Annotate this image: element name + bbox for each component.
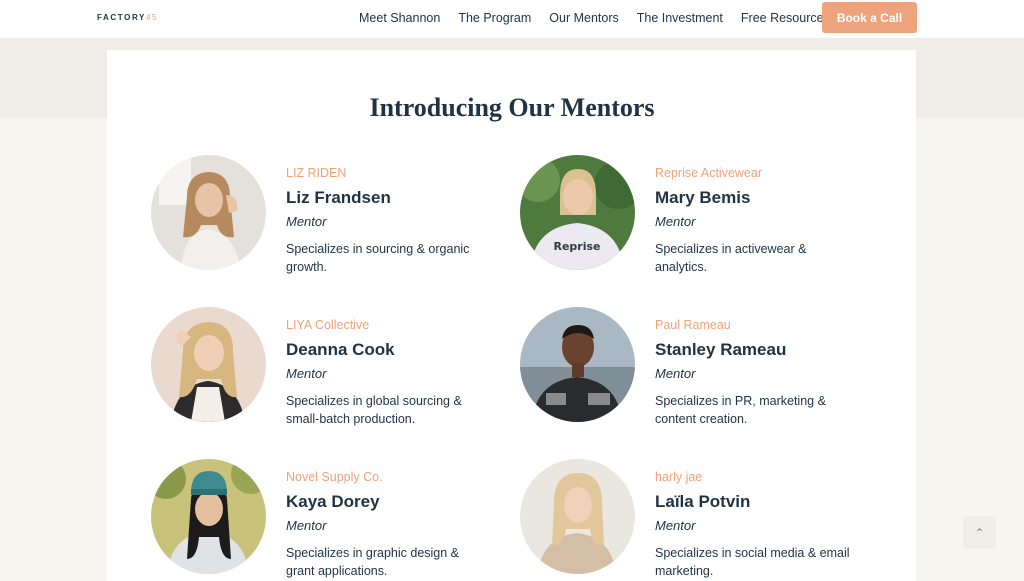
mentor-company[interactable]: LIZ RIDEN (286, 165, 486, 181)
scroll-to-top-button[interactable]: ⌃ (963, 516, 996, 549)
mentor-card: Paul Rameau Stanley Rameau Mentor Specia… (520, 307, 850, 437)
nav-the-investment[interactable]: The Investment (637, 10, 723, 26)
mentor-role: Mentor (655, 214, 696, 229)
mentor-name: Deanna Cook (286, 340, 395, 359)
logo-number: 45 (145, 13, 159, 22)
mentor-description: Specializes in activewear & analytics. (655, 242, 807, 274)
mentor-description: Specializes in graphic design & grant ap… (286, 546, 460, 578)
mentor-description: Specializes in sourcing & organic growth… (286, 242, 470, 274)
mentor-company[interactable]: Novel Supply Co. (286, 469, 486, 485)
mentor-card: LIZ RIDEN Liz Frandsen Mentor Specialize… (151, 155, 481, 285)
mentor-company[interactable]: Paul Rameau (655, 317, 855, 333)
section-title: Introducing Our Mentors (369, 93, 655, 122)
mentor-photo (520, 459, 635, 574)
mentor-company[interactable]: LIYA Collective (286, 317, 486, 333)
book-a-call-button[interactable]: Book a Call (822, 2, 917, 33)
mentor-name: Kaya Dorey (286, 492, 380, 511)
nav-meet-shannon[interactable]: Meet Shannon (359, 10, 440, 26)
mentor-role: Mentor (655, 518, 696, 533)
mentor-card: Reprise Reprise Activewear Mary Bemis Me… (520, 155, 850, 285)
logo-text: FACTORY (97, 13, 146, 22)
mentor-role: Mentor (286, 366, 327, 381)
mentor-photo (151, 307, 266, 422)
chevron-up-icon: ⌃ (974, 525, 985, 540)
mentor-photo (151, 155, 266, 270)
mentor-name: Mary Bemis (655, 188, 751, 207)
mentor-company[interactable]: harly jae (655, 469, 855, 485)
mentor-name: Laïla Potvin (655, 492, 751, 511)
mentor-description: Specializes in social media & email mark… (655, 546, 850, 578)
mentor-name: Liz Frandsen (286, 188, 391, 207)
nav-free-resources[interactable]: Free Resources (741, 10, 830, 26)
mentor-card: harly jae Laïla Potvin Mentor Specialize… (520, 459, 850, 581)
mentor-company[interactable]: Reprise Activewear (655, 165, 855, 181)
nav-our-mentors[interactable]: Our Mentors (549, 10, 618, 26)
mentor-role: Mentor (655, 366, 696, 381)
mentor-card: LIYA Collective Deanna Cook Mentor Speci… (151, 307, 481, 437)
site-header: FACTORY45 Meet Shannon The Program Our M… (0, 0, 1024, 38)
mentor-name: Stanley Rameau (655, 340, 787, 359)
mentor-role: Mentor (286, 518, 327, 533)
mentor-role: Mentor (286, 214, 327, 229)
mentor-card: Novel Supply Co. Kaya Dorey Mentor Speci… (151, 459, 481, 581)
mentor-photo (151, 459, 266, 574)
mentor-photo: Reprise (520, 155, 635, 270)
mentor-description: Specializes in global sourcing & small-b… (286, 394, 462, 426)
mentor-description: Specializes in PR, marketing & content c… (655, 394, 826, 426)
logo[interactable]: FACTORY45 (97, 13, 158, 22)
main-nav: Meet Shannon The Program Our Mentors The… (359, 10, 848, 26)
shirt-print: Reprise (553, 240, 600, 253)
mentor-photo (520, 307, 635, 422)
nav-the-program[interactable]: The Program (458, 10, 531, 26)
